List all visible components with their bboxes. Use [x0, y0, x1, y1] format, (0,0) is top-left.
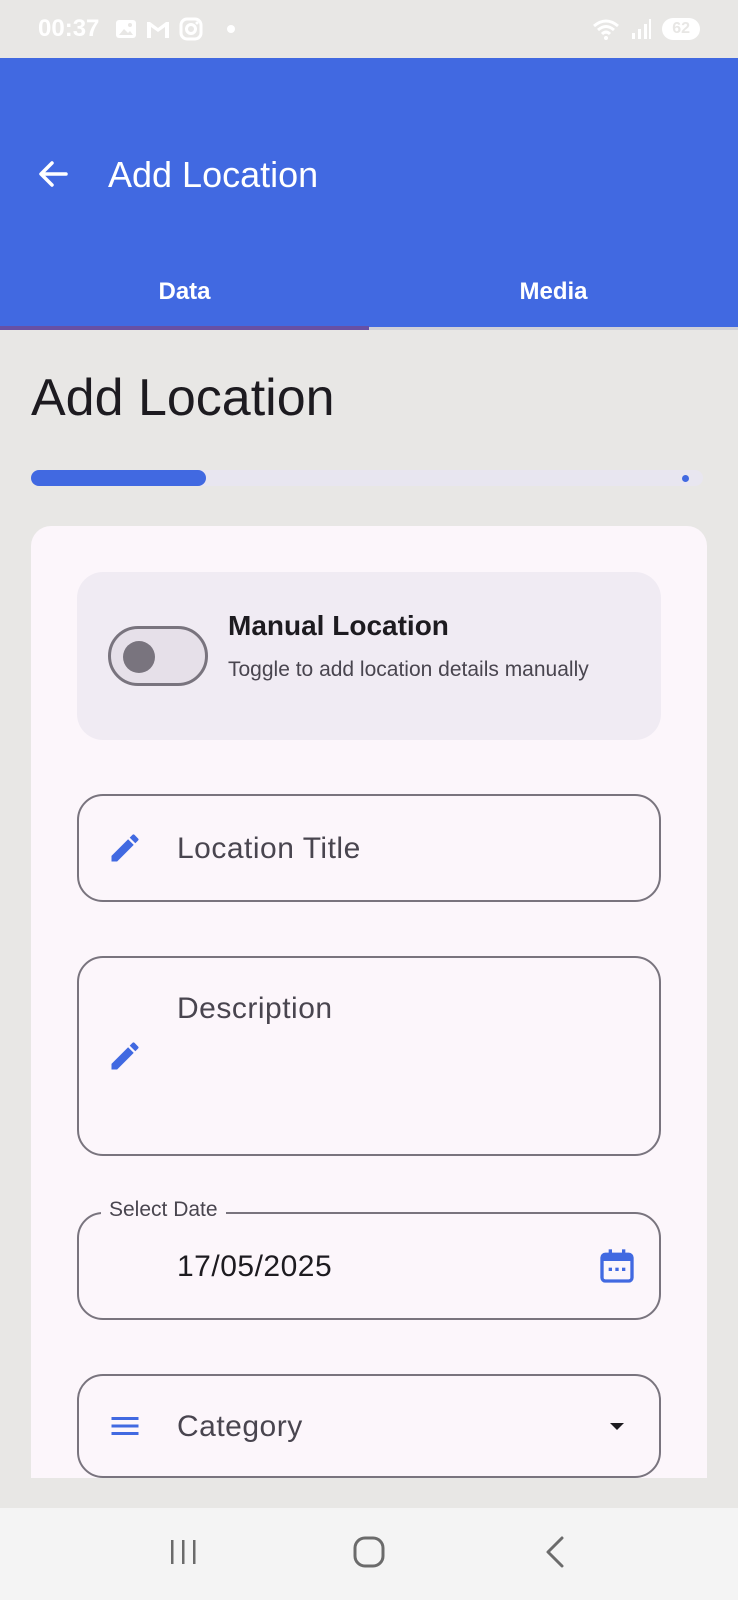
- list-icon: [105, 1406, 145, 1446]
- status-left: 00:37: [38, 15, 236, 43]
- progress-end-dot: [682, 475, 689, 482]
- date-value: 17/05/2025: [177, 1250, 333, 1283]
- gmail-icon: [145, 18, 171, 40]
- status-time: 00:37: [38, 15, 100, 42]
- manual-location-title: Manual Location: [228, 610, 449, 641]
- tab-indicator: [0, 326, 369, 330]
- category-dropdown[interactable]: Category: [77, 1374, 661, 1478]
- tab-data[interactable]: Data: [0, 254, 369, 330]
- app-bar: Add Location Data Media: [0, 58, 738, 330]
- system-back-button[interactable]: [525, 1524, 585, 1584]
- pencil-icon: [105, 1036, 145, 1076]
- location-title-field[interactable]: Location Title: [77, 794, 661, 902]
- dropdown-arrow-icon: [595, 1404, 639, 1448]
- description-field[interactable]: Description: [77, 956, 661, 1156]
- more-notifications-dot: [227, 25, 236, 33]
- tab-divider: [369, 327, 738, 330]
- page-title: Add Location: [31, 369, 335, 427]
- pencil-icon: [105, 828, 145, 868]
- location-title-placeholder: Location Title: [177, 832, 361, 865]
- tab-data-label: Data: [158, 278, 211, 305]
- battery-indicator: 62: [662, 18, 700, 40]
- home-icon: [351, 1534, 387, 1575]
- wifi-icon: [592, 17, 620, 41]
- form-card: Manual Location Toggle to add location d…: [31, 526, 707, 1478]
- recents-icon: [166, 1535, 200, 1574]
- manual-location-subtitle: Toggle to add location details manually: [228, 658, 589, 681]
- back-icon: [540, 1535, 570, 1574]
- status-right: 62: [592, 17, 700, 41]
- description-placeholder: Description: [177, 992, 333, 1025]
- date-field[interactable]: Select Date 17/05/2025: [77, 1198, 661, 1320]
- back-button[interactable]: [34, 156, 74, 196]
- category-placeholder: Category: [177, 1410, 303, 1443]
- manual-location-panel: Manual Location Toggle to add location d…: [77, 572, 661, 740]
- system-nav-bar: [0, 1508, 738, 1600]
- tab-media[interactable]: Media: [369, 254, 738, 330]
- app-bar-title: Add Location: [108, 154, 319, 195]
- date-field-label: Select Date: [101, 1198, 226, 1222]
- instagram-icon: [179, 17, 203, 41]
- arrow-back-icon: [36, 156, 72, 197]
- progress-fill: [31, 470, 206, 486]
- recents-button[interactable]: [153, 1524, 213, 1584]
- tab-media-label: Media: [519, 278, 588, 305]
- progress-bar: [31, 470, 703, 486]
- home-button[interactable]: [339, 1524, 399, 1584]
- gallery-icon: [115, 18, 137, 40]
- toggle-knob: [123, 641, 155, 673]
- notification-icons: [115, 17, 203, 41]
- calendar-icon[interactable]: [595, 1244, 639, 1288]
- manual-location-toggle[interactable]: [108, 626, 208, 686]
- signal-icon: [630, 18, 652, 40]
- tab-bar: Data Media: [0, 254, 738, 330]
- status-bar: 00:37 62: [0, 0, 738, 58]
